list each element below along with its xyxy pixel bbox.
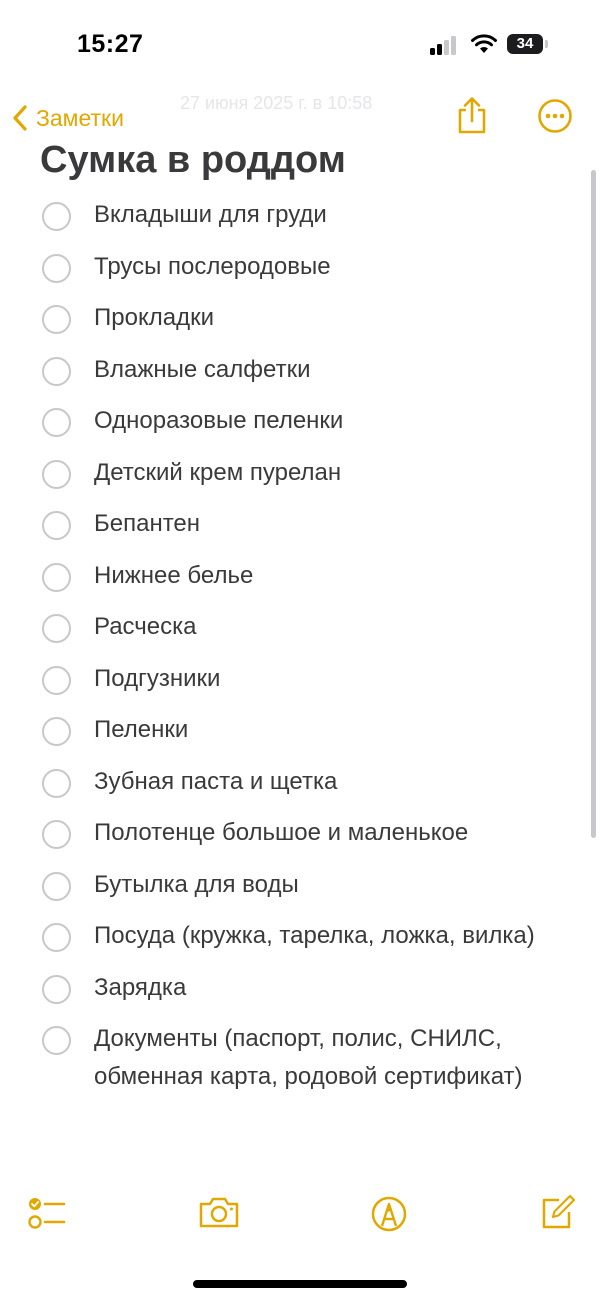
checkbox-circle-icon[interactable] [42,356,71,386]
checklist-item-text[interactable]: Прокладки [94,299,554,337]
checklist-item-text[interactable]: Подгузники [94,660,554,698]
checklist-item: Нижнее белье [0,557,590,609]
checklist-item-text[interactable]: Вкладыши для груди [94,196,554,234]
checkbox-circle-icon[interactable] [42,717,71,746]
checklist-item: Детский крем пурелан [0,454,590,506]
checkbox-circle-icon[interactable] [42,202,71,231]
compose-icon[interactable] [535,1190,579,1234]
checklist-item: Одноразовые пеленки [0,402,590,454]
camera-icon[interactable] [197,1190,241,1234]
checklist-item-text[interactable]: Полотенце большое и маленькое [94,814,554,852]
checkbox-circle-icon[interactable] [42,665,71,695]
checkbox-circle-icon[interactable] [42,974,71,1004]
checklist-item: Зарядка [0,969,590,1021]
checklist-item-text[interactable]: Расческа [94,608,554,646]
back-label: Заметки [36,104,124,131]
checkbox-circle-icon[interactable] [42,614,71,643]
note-date: 27 июня 2025 г. в 10:58 [180,93,373,113]
markup-pen-icon[interactable] [367,1190,411,1234]
checklist-item: Вкладыши для груди [0,196,590,248]
checklist-item: Зубная паста и щетка [0,763,590,815]
checkbox-circle-icon[interactable] [42,253,71,283]
checklist-item-text[interactable]: Документы (паспорт, полис, СНИЛС, обменн… [94,1020,554,1095]
checkbox-circle-icon[interactable] [42,768,71,798]
scrollbar[interactable] [591,170,596,838]
checklist-item: Подгузники [0,660,590,712]
checklist-item: Трусы послеродовые [0,248,590,300]
checklist-item: Документы (паспорт, полис, СНИЛС, обменн… [0,1020,590,1109]
more-icon[interactable] [537,98,573,134]
checklist-item: Бепантен [0,505,590,557]
checklist-item: Прокладки [0,299,590,351]
checkbox-circle-icon[interactable] [42,820,71,849]
checklist-item: Посуда (кружка, тарелка, ложка, вилка) [0,917,590,969]
checklist-item-text[interactable]: Влажные салфетки [94,351,554,389]
checklist-item: Влажные салфетки [0,351,590,403]
checklist-item-text[interactable]: Пеленки [94,711,554,749]
checkbox-circle-icon[interactable] [42,562,71,592]
checklist-item: Бутылка для воды [0,866,590,918]
chevron-left-icon [13,105,27,131]
checklist-item-text[interactable]: Нижнее белье [94,557,554,595]
checkbox-circle-icon[interactable] [42,305,71,334]
home-indicator[interactable] [193,1280,407,1288]
checkbox-circle-icon[interactable] [42,511,71,540]
checklist-item-text[interactable]: Посуда (кружка, тарелка, ложка, вилка) [94,917,554,955]
bottom-toolbar [0,1190,600,1240]
checkbox-circle-icon[interactable] [42,459,71,489]
checkbox-circle-icon[interactable] [42,408,71,437]
checklist-item-text[interactable]: Детский крем пурелан [94,454,554,492]
note-title[interactable]: Сумка в роддом [40,138,346,182]
checklist-item: Полотенце большое и маленькое [0,814,590,866]
status-time: 15:27 [77,30,144,58]
checkbox-circle-icon[interactable] [42,871,71,901]
battery-tip [545,40,548,48]
wifi-icon [471,34,497,53]
checklist-item-text[interactable]: Зарядка [94,969,554,1007]
checkbox-circle-icon[interactable] [42,1026,71,1055]
share-icon[interactable] [454,96,490,136]
cellular-signal-icon [430,35,462,55]
battery-icon: 34 [507,34,543,54]
back-button[interactable]: Заметки [12,98,124,138]
checklist-item-text[interactable]: Бепантен [94,505,554,543]
checklist-item-text[interactable]: Трусы послеродовые [94,248,554,286]
checklist-item: Расческа [0,608,590,660]
status-bar: 15:27 34 [0,0,600,90]
checklist-item-text[interactable]: Одноразовые пеленки [94,402,554,440]
checklist-icon[interactable] [24,1190,68,1234]
checklist-item-text[interactable]: Зубная паста и щетка [94,763,554,801]
checklist-item-text[interactable]: Бутылка для воды [94,866,554,904]
checkbox-circle-icon[interactable] [42,923,71,952]
checklist: Вкладыши для груди Трусы послеродовые Прок… [0,196,590,1109]
checklist-item: Пеленки [0,711,590,763]
